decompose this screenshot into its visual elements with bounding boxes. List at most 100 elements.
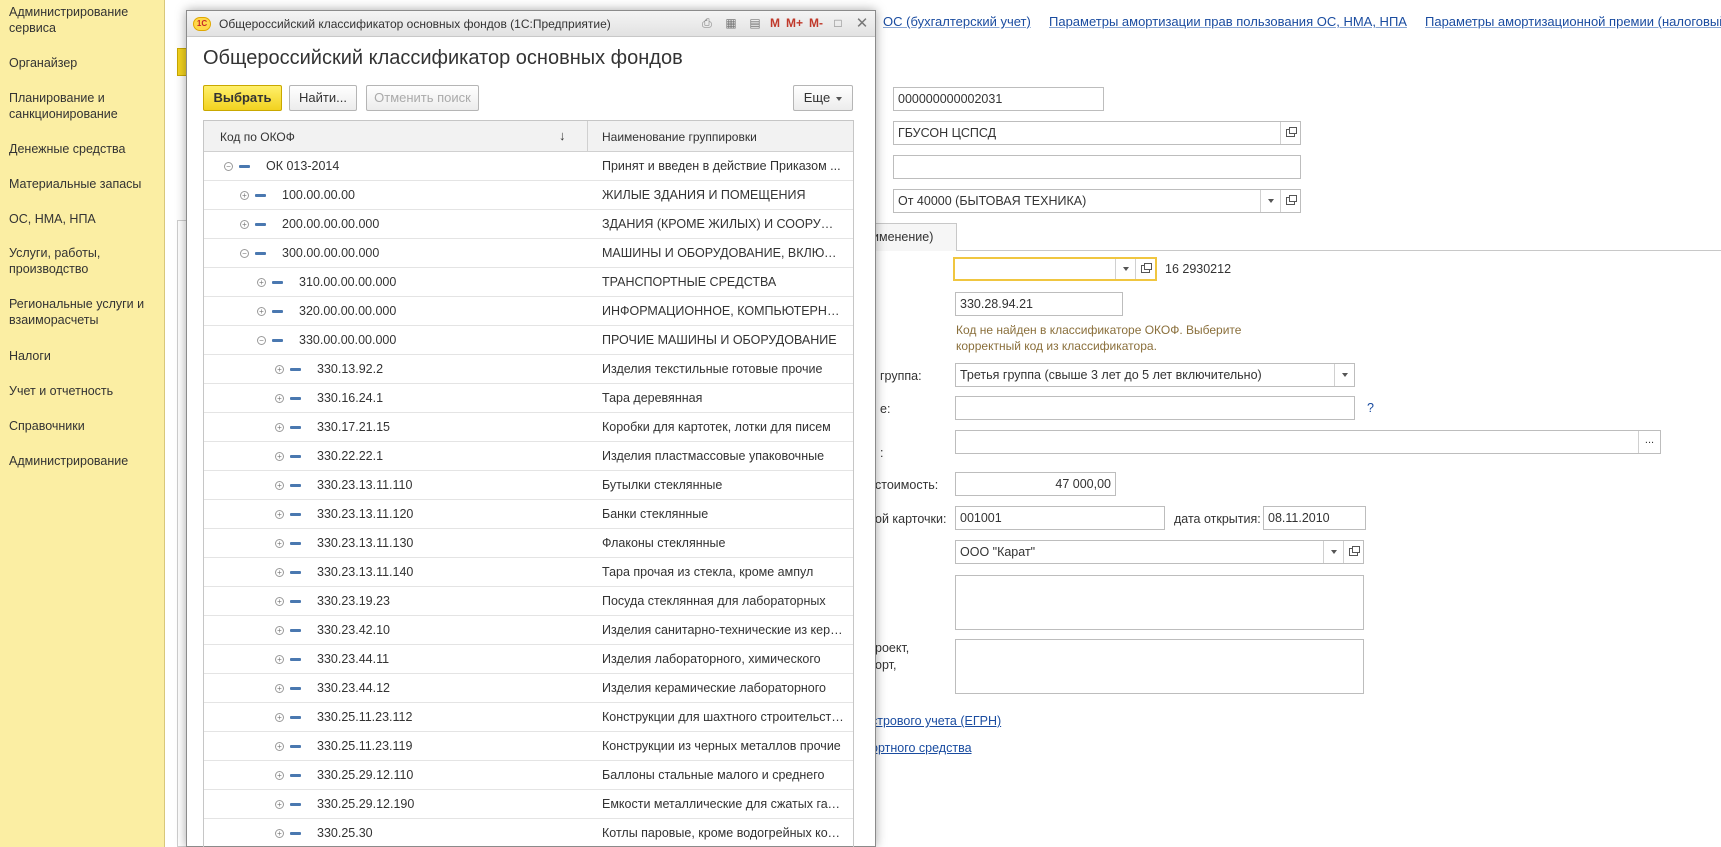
table-row[interactable]: +330.25.11.23.112 Конструкции для шахтног… <box>204 703 853 732</box>
expand-node-icon[interactable]: + <box>275 713 284 722</box>
sidebar-item-taxes[interactable]: Налоги <box>0 348 60 364</box>
table-row[interactable]: +330.23.19.23 Посуда стеклянная для лабор… <box>204 587 853 616</box>
sort-arrow-icon[interactable]: ↓ <box>559 128 566 143</box>
table-row[interactable]: − 300.00.00.00.000 МАШИНЫ И ОБОРУДОВАНИЕ, … <box>204 239 853 268</box>
table-row[interactable]: +330.25.29.12.190 Емкости металлические д… <box>204 790 853 819</box>
print-icon[interactable]: ⎙ <box>698 14 716 32</box>
expand-node-icon[interactable]: + <box>275 655 284 664</box>
column-header-name[interactable]: Наименование группировки <box>602 130 757 144</box>
wide-select-ellipsis-button[interactable]: ... <box>1638 431 1660 453</box>
table-row[interactable]: +330.16.24.1 Тара деревянная <box>204 384 853 413</box>
expand-node-icon[interactable]: + <box>275 800 284 809</box>
link-egrn[interactable]: стрового учета (ЕГРН) <box>871 714 1001 728</box>
calculator-icon[interactable]: ▦ <box>722 14 740 32</box>
expand-node-icon[interactable]: + <box>275 597 284 606</box>
institution-field[interactable]: ГБУСОН ЦСПСД <box>893 121 1301 145</box>
maximize-icon[interactable]: □ <box>829 14 847 32</box>
find-button[interactable]: Найти... <box>289 85 357 111</box>
okof-code-field[interactable]: 330.28.94.21 <box>955 292 1123 316</box>
open-date-field[interactable]: 08.11.2010 <box>1263 506 1366 530</box>
nav-link-os-accounting[interactable]: ОС (бухгалтерский учет) <box>883 14 1031 29</box>
expand-node-icon[interactable]: + <box>275 365 284 374</box>
link-transport[interactable]: ортного средства <box>871 741 972 755</box>
sidebar-item-references[interactable]: Справочники <box>0 418 94 434</box>
cancel-search-button[interactable]: Отменить поиск <box>366 85 479 111</box>
help-icon[interactable]: ? <box>1367 401 1374 415</box>
column-separator[interactable] <box>587 121 588 151</box>
table-row[interactable]: +330.23.42.10 Изделия санитарно-техническ… <box>204 616 853 645</box>
kbk-group-dropdown-icon[interactable] <box>1260 190 1280 212</box>
manufacturer-dropdown-icon[interactable] <box>1323 541 1343 563</box>
expand-node-icon[interactable]: + <box>275 568 284 577</box>
manufacturer-select[interactable]: ООО "Карат" <box>955 540 1364 564</box>
table-row[interactable]: − 330.00.00.00.000 ПРОЧИЕ МАШИНЫ И ОБОРУДО… <box>204 326 853 355</box>
close-icon[interactable]: ✕ <box>853 14 871 32</box>
card-number-field[interactable]: 001001 <box>955 506 1165 530</box>
sidebar-item-services[interactable]: Услуги, работы, производство <box>0 245 164 277</box>
manufacturer-open-icon[interactable] <box>1343 541 1363 563</box>
expand-node-icon[interactable]: + <box>275 394 284 403</box>
table-row[interactable]: +330.13.92.2 Изделия текстильные готовые … <box>204 355 853 384</box>
expand-node-icon[interactable]: + <box>275 771 284 780</box>
expand-node-icon[interactable]: + <box>275 684 284 693</box>
table-row[interactable]: +200.00.00.00.000 ЗДАНИЯ (КРОМЕ ЖИЛЫХ) И … <box>204 210 853 239</box>
memory-plus-icon[interactable]: M+ <box>786 16 803 30</box>
expand-node-icon[interactable]: + <box>257 307 266 316</box>
textarea-1[interactable] <box>955 575 1364 630</box>
memory-m-icon[interactable]: M <box>770 16 780 30</box>
expand-node-icon[interactable]: + <box>240 191 249 200</box>
expand-node-icon[interactable]: + <box>275 742 284 751</box>
kbk-group-field[interactable]: От 40000 (БЫТОВАЯ ТЕХНИКА) <box>893 189 1301 213</box>
expand-node-icon[interactable]: + <box>275 829 284 838</box>
expand-node-icon[interactable]: + <box>275 423 284 432</box>
table-row[interactable]: +320.00.00.00.000 ИНФОРМАЦИОННОЕ, КОМПЬЮТ… <box>204 297 853 326</box>
expand-node-icon[interactable]: + <box>275 539 284 548</box>
sidebar-item-accounting[interactable]: Учет и отчетность <box>0 383 122 399</box>
textarea-2[interactable] <box>955 639 1364 694</box>
sidebar-item-service-admin[interactable]: Администрирование сервиса <box>0 4 164 36</box>
table-row[interactable]: +330.25.11.23.119 Конструкции из черных м… <box>204 732 853 761</box>
sidebar-item-admin[interactable]: Администрирование <box>0 453 137 469</box>
expand-node-icon[interactable]: + <box>257 278 266 287</box>
okof-code-open-icon[interactable] <box>1135 259 1155 279</box>
more-button[interactable]: Еще <box>793 85 853 111</box>
table-row[interactable]: +330.23.13.11.120 Банки стеклянные <box>204 500 853 529</box>
sidebar-item-organizer[interactable]: Органайзер <box>0 55 86 71</box>
tab-change[interactable]: именение) <box>865 223 957 251</box>
sidebar-item-fixed-assets[interactable]: ОС, НМА, НПА <box>0 211 105 227</box>
collapse-node-icon[interactable]: − <box>224 162 233 171</box>
kbk-group-open-icon[interactable] <box>1280 190 1300 212</box>
institution-open-icon[interactable] <box>1280 122 1300 144</box>
field-e[interactable] <box>955 396 1355 420</box>
column-header-code[interactable]: Код по ОКОФ <box>220 130 295 144</box>
cost-field[interactable]: 47 000,00 <box>955 472 1116 496</box>
sidebar-item-regional-services[interactable]: Региональные услуги и взаиморасчеты <box>0 296 164 328</box>
table-row[interactable]: +330.25.30 Котлы паровые, кроме водогрейн… <box>204 819 853 847</box>
table-row[interactable]: +330.23.13.11.110 Бутылки стеклянные <box>204 471 853 500</box>
table-row[interactable]: +330.23.13.11.140 Тара прочая из стекла, … <box>204 558 853 587</box>
table-row[interactable]: +100.00.00.00 ЖИЛЫЕ ЗДАНИЯ И ПОМЕЩЕНИЯ <box>204 181 853 210</box>
sidebar-item-materials[interactable]: Материальные запасы <box>0 176 150 192</box>
collapse-node-icon[interactable]: − <box>240 249 249 258</box>
collapse-node-icon[interactable]: − <box>257 336 266 345</box>
table-row[interactable]: +330.23.44.12 Изделия керамические лабора… <box>204 674 853 703</box>
table-row[interactable]: +330.23.44.11 Изделия лабораторного, хими… <box>204 645 853 674</box>
okof-code-dropdown-icon[interactable] <box>1115 259 1135 279</box>
table-row[interactable]: +310.00.00.00.000 ТРАНСПОРТНЫЕ СРЕДСТВА <box>204 268 853 297</box>
expand-node-icon[interactable]: + <box>240 220 249 229</box>
empty-field[interactable] <box>893 155 1301 179</box>
table-row[interactable]: +330.22.22.1 Изделия пластмассовые упаков… <box>204 442 853 471</box>
okof-code-select[interactable] <box>953 257 1157 281</box>
wide-select-field[interactable]: ... <box>955 430 1661 454</box>
nav-link-amort-params[interactable]: Параметры амортизации прав пользования О… <box>1049 14 1407 29</box>
window-titlebar[interactable]: 1С Общероссийский классификатор основных… <box>187 11 875 37</box>
amort-group-dropdown-icon[interactable] <box>1334 364 1354 386</box>
sidebar-item-planning[interactable]: Планирование и санкционирование <box>0 90 164 122</box>
nav-link-amort-bonus[interactable]: Параметры амортизационной премии (налого… <box>1425 14 1721 29</box>
table-row[interactable]: − ОК 013-2014 Принят и введен в действие П… <box>204 152 853 181</box>
memory-minus-icon[interactable]: M- <box>809 16 823 30</box>
sidebar-item-money[interactable]: Денежные средства <box>0 141 134 157</box>
table-row[interactable]: +330.25.29.12.110 Баллоны стальные малого… <box>204 761 853 790</box>
table-row[interactable]: +330.23.13.11.130 Флаконы стеклянные <box>204 529 853 558</box>
amort-group-select[interactable]: Третья группа (свыше 3 лет до 5 лет вклю… <box>955 363 1355 387</box>
